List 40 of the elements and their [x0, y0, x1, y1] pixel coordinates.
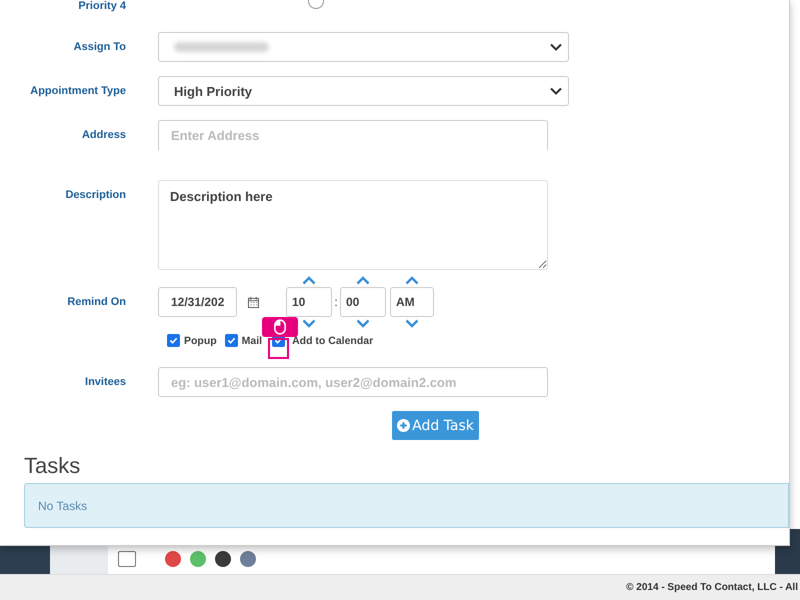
- chevron-down-icon[interactable]: [356, 319, 370, 328]
- status-dot-icon: [215, 551, 231, 567]
- chevron-up-icon[interactable]: [302, 276, 316, 285]
- checkbox-label: Mail: [242, 334, 262, 346]
- checkbox[interactable]: [118, 551, 136, 567]
- chevron-down-icon[interactable]: [302, 319, 316, 328]
- field-label: Appointment Type: [29, 85, 126, 97]
- time-separator: :: [333, 295, 339, 309]
- status-dot-icon: [190, 551, 206, 567]
- chevron-down-icon: [550, 87, 562, 95]
- chevron-up-icon[interactable]: [405, 276, 419, 285]
- meridiem-field[interactable]: AM: [390, 287, 434, 317]
- plus-circle-icon: [397, 419, 410, 432]
- chevron-down-icon[interactable]: [405, 319, 419, 328]
- calendar-icon: [248, 296, 259, 308]
- field-label: Description: [64, 188, 126, 201]
- chevron-down-icon: [550, 43, 562, 51]
- mouse-icon: [274, 319, 286, 335]
- status-dot-icon: [240, 551, 256, 567]
- field-label: Assign To: [72, 41, 126, 53]
- appointment-type-select[interactable]: High Priority: [158, 76, 569, 106]
- hour-field[interactable]: 10: [286, 287, 332, 317]
- date-field[interactable]: 12/31/202: [158, 287, 237, 317]
- field-label: Priority 4: [77, 0, 126, 12]
- invitees-field[interactable]: eg: user1@domain.com, user2@domain2.com: [158, 367, 548, 397]
- empty-tasks-alert: No Tasks: [24, 483, 789, 528]
- field-label: Remind On: [66, 296, 126, 308]
- checkbox-label: Add to Calendar: [292, 334, 374, 346]
- checkbox-label: Popup: [184, 334, 217, 346]
- field-label: Invitees: [84, 376, 126, 388]
- status-dot-icon: [165, 551, 181, 567]
- minute-field[interactable]: 00: [340, 287, 386, 317]
- checkbox[interactable]: [224, 334, 238, 347]
- field-label: Address: [80, 129, 126, 141]
- address-field[interactable]: Enter Address: [158, 120, 548, 150]
- checkbox[interactable]: [167, 334, 180, 347]
- section-heading: Tasks: [24, 453, 82, 480]
- copyright-text: © 2014 - Speed To Contact, LLC - All: [626, 582, 798, 593]
- description-field[interactable]: Description here: [158, 180, 548, 270]
- chevron-up-icon[interactable]: [356, 276, 370, 285]
